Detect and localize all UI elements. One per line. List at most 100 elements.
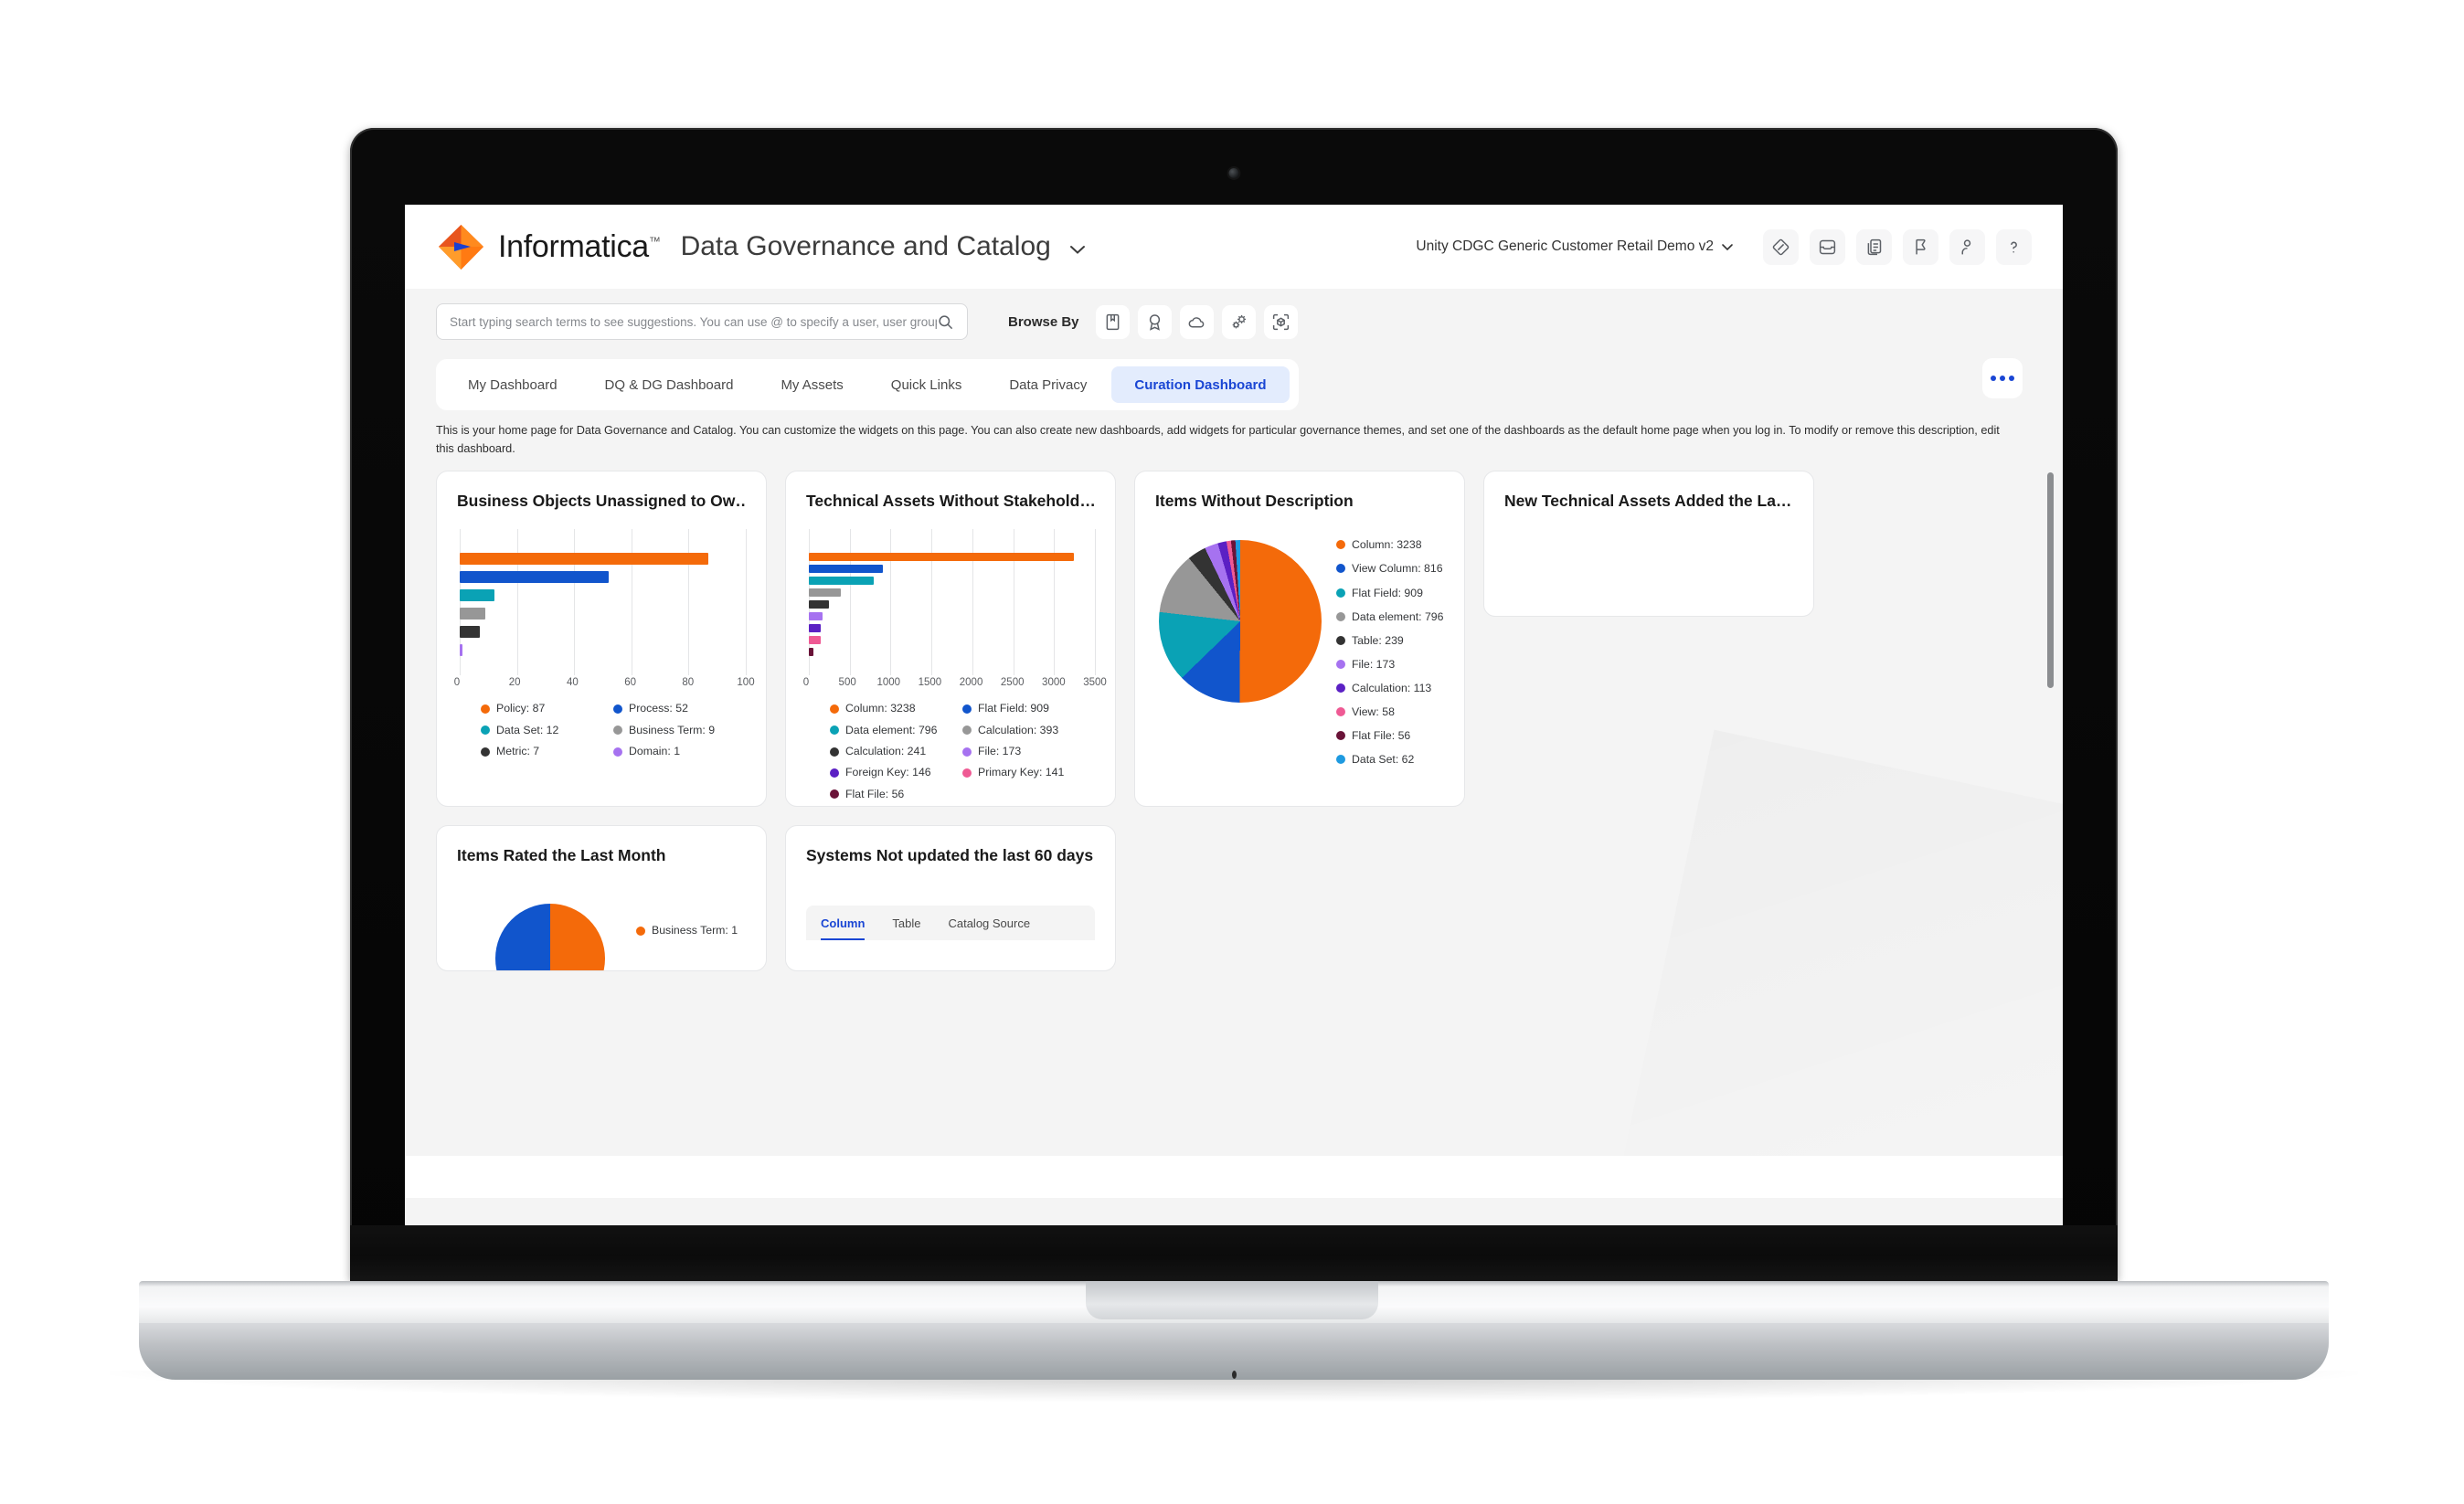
legend-item[interactable]: View: 58 <box>1336 700 1444 724</box>
tag-icon[interactable] <box>1763 228 1799 265</box>
legend-item[interactable]: Data element: 796 <box>830 720 962 741</box>
vertical-scrollbar[interactable] <box>2047 472 2054 689</box>
bar[interactable] <box>809 648 813 657</box>
legend-item[interactable]: File: 173 <box>1336 652 1444 676</box>
search-icon[interactable] <box>937 313 954 331</box>
tab-my-assets[interactable]: My Assets <box>758 366 866 403</box>
legend-label: Policy: 87 <box>496 702 546 715</box>
legend-label: Flat Field: 909 <box>1352 586 1423 599</box>
legend-item[interactable]: Flat Field: 909 <box>1336 581 1444 605</box>
legend-item[interactable]: Business Term: 1 <box>636 920 738 941</box>
legend-item[interactable]: Domain: 1 <box>613 741 746 762</box>
chevron-down-icon[interactable] <box>1068 231 1087 262</box>
widget-systems-not-updated: Systems Not updated the last 60 days Col… <box>785 825 1116 972</box>
subtab-column[interactable]: Column <box>821 916 866 941</box>
pie-chart-area: Column: 3238 View Column: 816 Flat Field: … <box>1155 531 1444 771</box>
legend-color-dot <box>1336 659 1345 669</box>
legend-item[interactable]: Table: 239 <box>1336 629 1444 652</box>
x-tick-label: 1500 <box>918 677 942 689</box>
legend-label: Primary Key: 141 <box>978 766 1065 779</box>
legend-item[interactable]: Data element: 796 <box>1336 605 1444 629</box>
cloud-icon[interactable] <box>1179 304 1214 339</box>
gears-icon[interactable] <box>1221 304 1256 339</box>
tab-curation-dashboard[interactable]: Curation Dashboard <box>1111 366 1290 403</box>
brand-name: Informatica™ <box>498 229 661 265</box>
legend-item[interactable]: Primary Key: 141 <box>962 762 1095 783</box>
dashboard-tabs: My Dashboard DQ & DG Dashboard My Assets… <box>436 359 1299 410</box>
brand-text: Informatica <box>498 228 649 264</box>
widget-business-objects-unassigned: Business Objects Unassigned to Ow… 0 20 40… <box>436 471 767 808</box>
bar[interactable] <box>460 608 486 620</box>
flag-icon[interactable] <box>1903 228 1938 265</box>
bar[interactable] <box>809 624 822 633</box>
legend-item[interactable]: File: 173 <box>962 741 1095 762</box>
bar[interactable] <box>460 571 609 584</box>
subtab-catalog-source[interactable]: Catalog Source <box>948 916 1030 940</box>
asset-scan-icon[interactable] <box>1263 304 1298 339</box>
bar[interactable] <box>460 589 494 602</box>
legend-label: Data Set: 12 <box>496 723 559 736</box>
legend-color-dot <box>1336 706 1345 716</box>
legend-label: Flat File: 56 <box>1352 728 1411 742</box>
tab-data-privacy[interactable]: Data Privacy <box>986 366 1110 403</box>
legend-color-dot <box>613 747 622 757</box>
bar[interactable] <box>809 577 875 586</box>
bar[interactable] <box>809 600 829 609</box>
bar[interactable] <box>809 565 884 574</box>
legend-item[interactable]: Calculation: 393 <box>962 720 1095 741</box>
bar[interactable] <box>809 588 842 598</box>
laptop-base-notch <box>1086 1281 1378 1319</box>
legend-item[interactable]: Flat File: 56 <box>1336 724 1444 747</box>
bar[interactable] <box>460 626 480 639</box>
legend-item[interactable]: Policy: 87 <box>481 698 613 719</box>
chart-legend: Business Term: 1 <box>636 920 738 941</box>
legend-label: Calculation: 241 <box>845 745 927 758</box>
legend-item[interactable]: Flat File: 56 <box>830 784 962 805</box>
subtab-table[interactable]: Table <box>892 916 920 940</box>
legend-item[interactable]: Column: 3238 <box>1336 533 1444 556</box>
x-tick-label: 100 <box>737 677 755 689</box>
legend-item[interactable]: Flat Field: 909 <box>962 698 1095 719</box>
x-tick-label: 0 <box>453 677 461 689</box>
legend-label: Column: 3238 <box>845 702 916 715</box>
legend-label: Data element: 796 <box>845 723 938 736</box>
legend-color-dot <box>830 768 839 778</box>
widget-title: New Technical Assets Added the La… <box>1504 492 1792 511</box>
bar[interactable] <box>460 644 463 657</box>
legend-item[interactable]: Column: 3238 <box>830 698 962 719</box>
bar[interactable] <box>809 553 1074 562</box>
bar[interactable] <box>809 636 821 645</box>
glossary-book-icon[interactable] <box>1095 304 1130 339</box>
user-icon[interactable] <box>1949 228 1985 265</box>
award-badge-icon[interactable] <box>1137 304 1172 339</box>
more-options-button[interactable] <box>1982 358 2023 398</box>
legend-item[interactable]: View Column: 816 <box>1336 556 1444 580</box>
help-icon[interactable] <box>1996 228 2032 265</box>
legend-item[interactable]: Foreign Key: 146 <box>830 762 962 783</box>
legend-item[interactable]: Calculation: 241 <box>830 741 962 762</box>
widget-items-rated-last-month: Items Rated the Last Month Business Term… <box>436 825 767 972</box>
legend-item[interactable]: Process: 52 <box>613 698 746 719</box>
search-input[interactable]: Start typing search terms to see suggest… <box>436 303 968 340</box>
legend-color-dot <box>1336 564 1345 574</box>
tab-dq-dg-dashboard[interactable]: DQ & DG Dashboard <box>582 366 757 403</box>
trademark-symbol: ™ <box>648 234 661 249</box>
bar[interactable] <box>809 612 823 621</box>
legend-item[interactable]: Data Set: 62 <box>1336 747 1444 771</box>
tab-my-dashboard[interactable]: My Dashboard <box>445 366 580 403</box>
bar[interactable] <box>460 553 709 566</box>
legend-label: Flat File: 56 <box>845 787 905 800</box>
legend-label: Domain: 1 <box>629 745 681 758</box>
copy-icon[interactable] <box>1856 228 1892 265</box>
legend-color-dot <box>830 789 839 800</box>
inbox-icon[interactable] <box>1810 228 1845 265</box>
legend-item[interactable]: Calculation: 113 <box>1336 676 1444 700</box>
legend-item[interactable]: Business Term: 9 <box>613 720 746 741</box>
legend-label: File: 173 <box>1352 657 1396 671</box>
legend-item[interactable]: Metric: 7 <box>481 741 613 762</box>
org-switcher[interactable]: Unity CDGC Generic Customer Retail Demo … <box>1416 238 1734 255</box>
legend-item[interactable]: Data Set: 12 <box>481 720 613 741</box>
tab-quick-links[interactable]: Quick Links <box>868 366 985 403</box>
org-name: Unity CDGC Generic Customer Retail Demo … <box>1416 238 1714 254</box>
brand[interactable]: Informatica™ Data Governance and Catalog <box>436 222 1087 272</box>
